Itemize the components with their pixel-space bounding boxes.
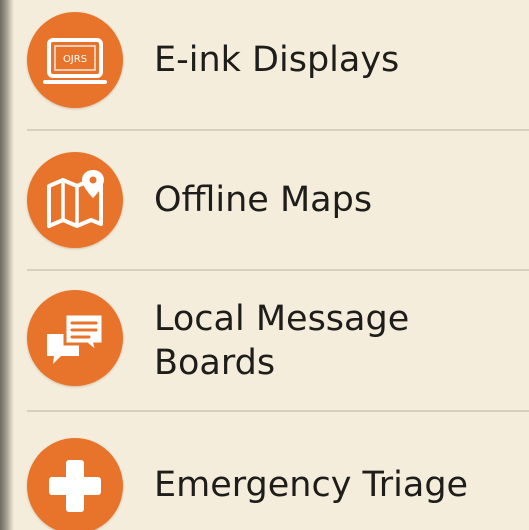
menu-item-label: Emergency Triage	[154, 465, 469, 505]
divider	[27, 269, 529, 271]
medical-cross-icon	[27, 438, 123, 530]
menu-item-label: Local Message	[154, 299, 410, 339]
divider	[27, 410, 529, 412]
message-boards-icon	[27, 290, 123, 386]
menu-item-label-line2: Boards	[154, 343, 276, 383]
map-pin-icon	[27, 152, 123, 248]
e-ink-display-icon: OJRS	[27, 12, 123, 108]
divider	[27, 129, 529, 131]
e-ink-screen-text: OJRS	[63, 54, 87, 65]
menu-item-label: E-ink Displays	[154, 40, 400, 80]
menu-item-label: Offline Maps	[154, 180, 373, 220]
menu-list: OJRS E-ink Displays Offline Maps Local M…	[0, 0, 529, 530]
